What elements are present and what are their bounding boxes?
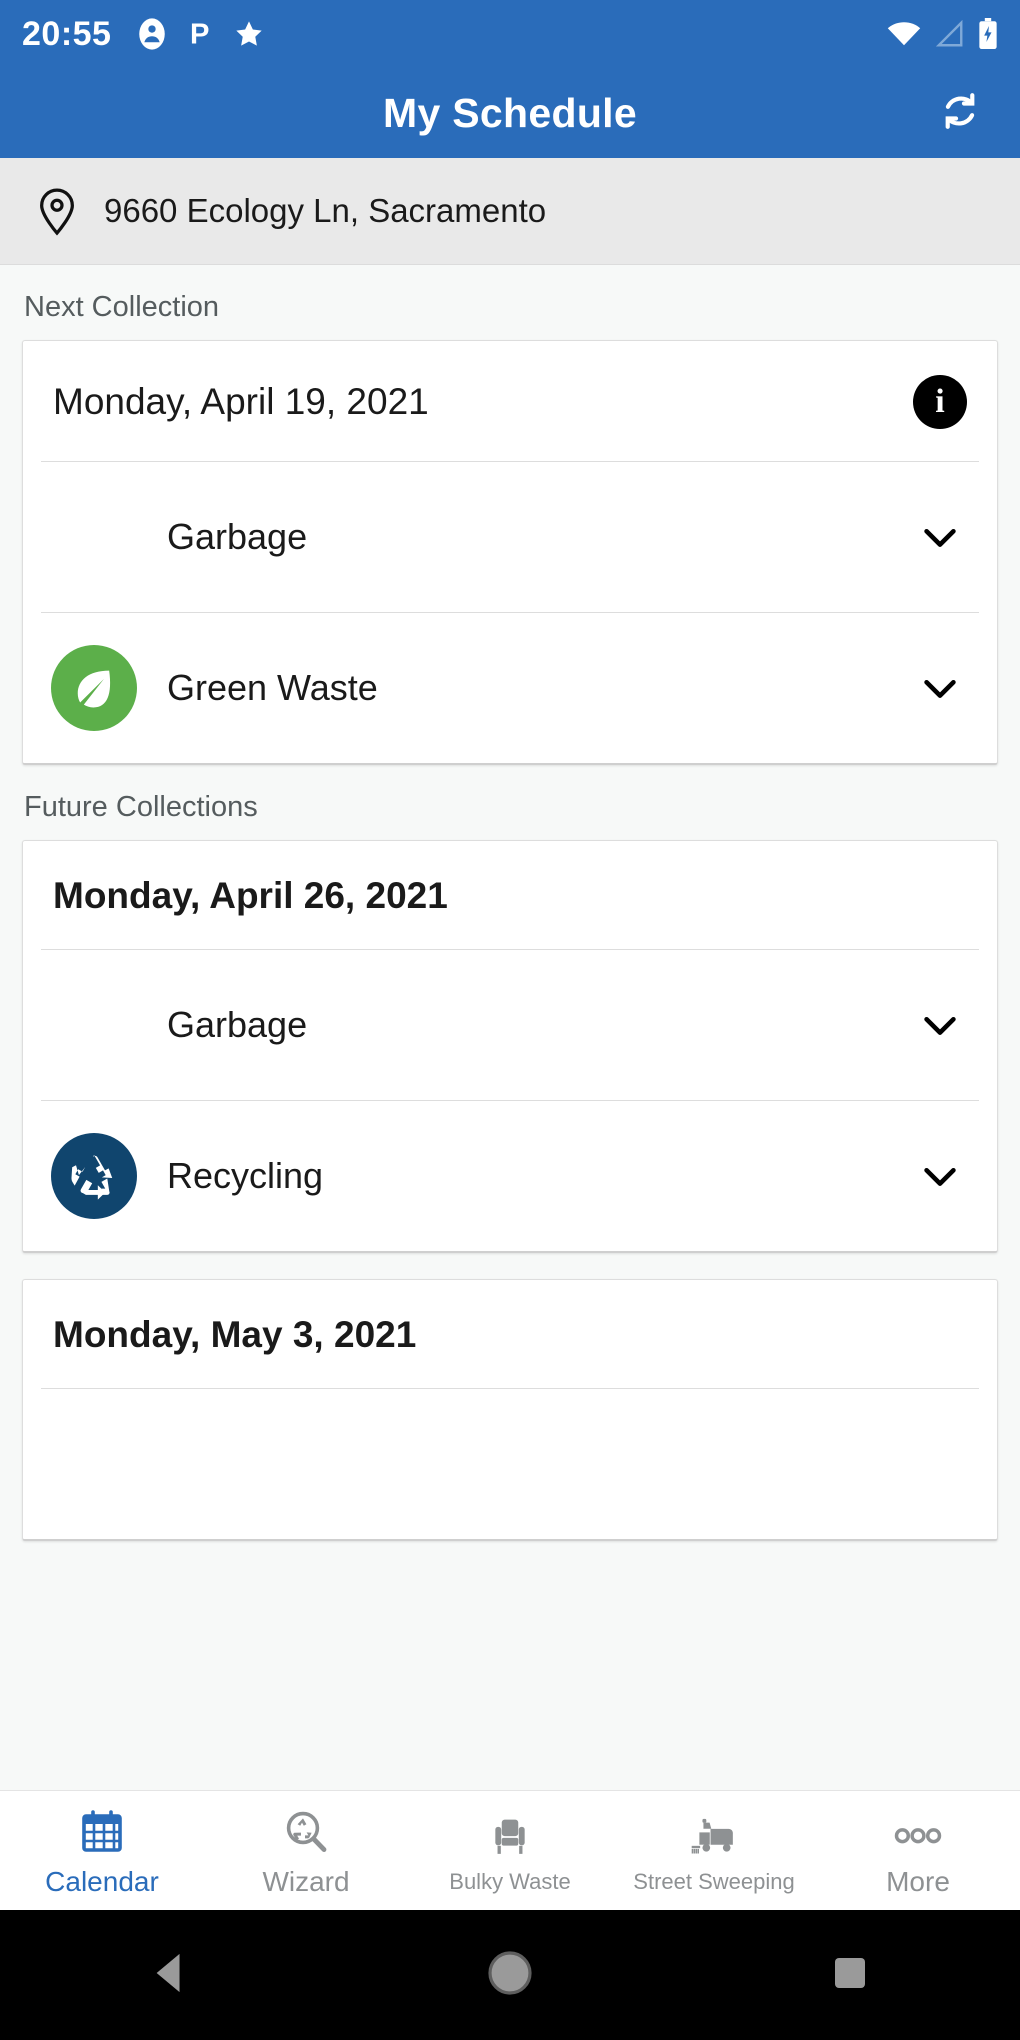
tab-label: Calendar xyxy=(45,1865,159,1897)
card-date-row: Monday, April 19, 2021 i xyxy=(23,341,997,461)
battery-charging-icon xyxy=(978,18,998,50)
chevron-down-icon[interactable] xyxy=(913,1153,967,1199)
status-bar: 20:55 P xyxy=(0,0,1020,68)
status-bar-system-icons xyxy=(886,18,998,50)
more-dots-icon xyxy=(892,1804,944,1856)
recents-button[interactable] xyxy=(790,1910,910,2040)
card-spacer xyxy=(22,1253,998,1279)
tab-calendar[interactable]: Calendar xyxy=(0,1804,204,1898)
location-pin-icon xyxy=(32,186,82,236)
tab-label: Street Sweeping xyxy=(633,1868,795,1894)
collection-card-partial[interactable]: Monday, May 3, 2021 xyxy=(22,1279,998,1541)
garbage-icon-placeholder xyxy=(51,982,137,1068)
page-title: My Schedule xyxy=(383,89,637,136)
back-button[interactable] xyxy=(110,1910,230,2040)
service-label: Garbage xyxy=(167,1004,308,1045)
tab-label: Bulky Waste xyxy=(449,1868,571,1894)
card-date-row: Monday, May 3, 2021 xyxy=(23,1280,997,1388)
armchair-icon xyxy=(488,1807,532,1859)
cellular-signal-icon xyxy=(935,20,965,48)
collection-card[interactable]: Monday, April 19, 2021 i Garbage Green W… xyxy=(22,340,998,765)
section-label-next-collection: Next Collection xyxy=(24,291,220,323)
service-label: Green Waste xyxy=(167,667,378,708)
chevron-down-icon[interactable] xyxy=(913,1002,967,1048)
svg-text:P: P xyxy=(191,19,210,51)
chevron-down-icon[interactable] xyxy=(913,665,967,711)
app-bar: My Schedule xyxy=(0,68,1020,158)
android-nav-bar xyxy=(0,1910,1020,2040)
garbage-icon-placeholder xyxy=(51,494,137,580)
circle-home-icon xyxy=(486,1949,534,2002)
tab-wizard[interactable]: Wizard xyxy=(204,1804,408,1898)
status-bar-clock: 20:55 xyxy=(22,14,112,53)
info-icon[interactable]: i xyxy=(913,375,967,429)
schedule-list[interactable]: Next Collection Monday, April 19, 2021 i… xyxy=(0,265,1020,1790)
collection-date: Monday, April 26, 2021 xyxy=(53,875,448,916)
collection-date: Monday, May 3, 2021 xyxy=(53,1314,417,1355)
app-screen: 20:55 P My Schedule 9660 Ecology Ln, Sac… xyxy=(0,0,1020,2040)
tab-more[interactable]: More xyxy=(816,1804,1020,1898)
leaf-icon-wrapper xyxy=(51,645,137,731)
calendar-icon xyxy=(78,1804,126,1856)
service-label: Recycling xyxy=(167,1155,324,1196)
refresh-icon xyxy=(935,86,985,141)
service-row-recycling[interactable]: Recycling xyxy=(23,1101,997,1251)
card-date-row: Monday, April 26, 2021 xyxy=(23,841,997,949)
service-row-hidden[interactable] xyxy=(23,1389,997,1539)
leaf-icon xyxy=(51,645,137,731)
recycling-icon xyxy=(51,1133,137,1219)
triangle-back-icon xyxy=(149,1950,191,2001)
tab-street-sweeping[interactable]: Street Sweeping xyxy=(612,1807,816,1895)
wifi-icon xyxy=(886,20,922,48)
parking-p-icon: P xyxy=(187,17,215,51)
status-bar-notification-icons: P xyxy=(135,17,265,51)
service-label: Garbage xyxy=(167,516,308,557)
account-circle-icon xyxy=(135,17,169,51)
address-text: 9660 Ecology Ln, Sacramento xyxy=(104,192,547,229)
service-row-green-waste[interactable]: Green Waste xyxy=(23,613,997,763)
tab-label: More xyxy=(886,1865,950,1897)
chevron-down-icon[interactable] xyxy=(913,514,967,560)
star-icon xyxy=(233,18,265,50)
address-bar[interactable]: 9660 Ecology Ln, Sacramento xyxy=(0,158,1020,265)
recycling-icon-wrapper xyxy=(51,1133,137,1219)
section-label-future-collections: Future Collections xyxy=(24,791,258,823)
bottom-tab-bar: Calendar Wizard Bulky Waste Street Sweep… xyxy=(0,1790,1020,1910)
tab-bulky-waste[interactable]: Bulky Waste xyxy=(408,1807,612,1895)
collection-card[interactable]: Monday, April 26, 2021 Garbage Recycling xyxy=(22,840,998,1253)
square-recents-icon xyxy=(830,1953,870,1998)
sweeper-truck-icon xyxy=(689,1807,739,1859)
recycle-search-icon xyxy=(282,1804,330,1856)
home-button[interactable] xyxy=(450,1910,570,2040)
refresh-button[interactable] xyxy=(928,81,992,145)
service-row-garbage[interactable]: Garbage xyxy=(23,462,997,612)
service-row-garbage[interactable]: Garbage xyxy=(23,950,997,1100)
tab-label: Wizard xyxy=(262,1865,350,1897)
collection-date: Monday, April 19, 2021 xyxy=(53,381,429,422)
